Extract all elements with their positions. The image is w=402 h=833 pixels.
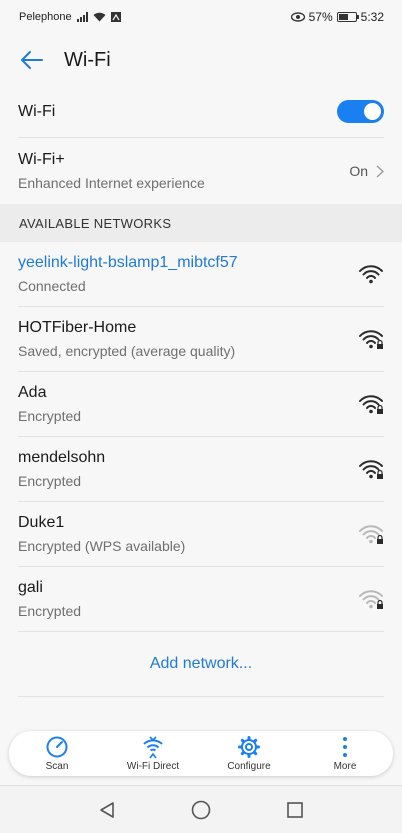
- wifi-plus-title: Wi-Fi+: [18, 151, 65, 168]
- clock: 5:32: [360, 10, 384, 24]
- page-title: Wi-Fi: [64, 48, 111, 71]
- scan-icon: [46, 736, 68, 758]
- nav-recents-button[interactable]: [275, 790, 315, 830]
- signal-icon: [76, 12, 88, 22]
- configure-button[interactable]: Configure: [204, 735, 294, 772]
- network-name: yeelink-light-bslamp1_mibtcf57: [18, 254, 238, 271]
- wifi-plus-subtitle: Enhanced Internet experience: [18, 175, 205, 191]
- scan-button[interactable]: Scan: [12, 735, 102, 772]
- more-button[interactable]: More: [300, 735, 390, 772]
- network-status: Connected: [18, 278, 86, 294]
- wifi-locked-icon: [359, 330, 383, 349]
- circle-home-icon: [191, 800, 211, 819]
- network-row[interactable]: Ada Encrypted: [18, 372, 384, 437]
- wifi-direct-icon: [143, 736, 163, 759]
- network-name: mendelsohn: [18, 449, 106, 466]
- network-name: Ada: [18, 384, 47, 401]
- configure-label: Configure: [227, 761, 271, 772]
- wifi-icon: [359, 265, 383, 284]
- more-label: More: [333, 761, 357, 772]
- network-status: Saved, encrypted (average quality): [18, 343, 236, 359]
- available-networks-header: AVAILABLE NETWORKS: [0, 204, 402, 242]
- data-activity-icon: [110, 12, 121, 22]
- network-status: Encrypted: [18, 603, 82, 619]
- carrier-label: Pelephone: [19, 11, 72, 23]
- wifi-locked-icon: [359, 525, 383, 544]
- network-name: HOTFiber-Home: [18, 319, 137, 336]
- wifi-locked-icon: [359, 395, 383, 414]
- add-network-button[interactable]: Add network...: [18, 632, 384, 697]
- chevron-right-icon: [376, 164, 384, 178]
- wifi-toggle-row[interactable]: Wi-Fi: [18, 86, 384, 138]
- network-name: gali: [18, 579, 43, 596]
- wifi-status-icon: [93, 12, 106, 22]
- wifi-direct-label: Wi-Fi Direct: [126, 761, 180, 772]
- network-name: Duke1: [18, 514, 65, 531]
- network-row[interactable]: yeelink-light-bslamp1_mibtcf57 Connected: [18, 242, 384, 307]
- network-status: Encrypted: [18, 408, 82, 424]
- more-vertical-icon: [343, 737, 347, 757]
- app-bar: Wi-Fi: [0, 34, 402, 86]
- battery-icon: [336, 12, 359, 22]
- eye-comfort-icon: [290, 12, 305, 22]
- wifi-toggle-label: Wi-Fi: [18, 102, 56, 120]
- network-row[interactable]: Duke1 Encrypted (WPS available): [18, 502, 384, 567]
- wifi-locked-icon: [359, 460, 383, 479]
- network-status: Encrypted: [18, 473, 82, 489]
- wifi-plus-row[interactable]: Wi-Fi+ Enhanced Internet experience On: [18, 138, 384, 204]
- status-bar: Pelephone 57% 5:32: [0, 0, 402, 34]
- wifi-direct-button[interactable]: Wi-Fi Direct: [108, 735, 198, 772]
- wifi-locked-icon: [359, 590, 383, 609]
- gear-icon: [238, 736, 260, 758]
- square-recents-icon: [287, 801, 303, 818]
- network-list: yeelink-light-bslamp1_mibtcf57 Connected H…: [0, 242, 402, 632]
- network-row[interactable]: mendelsohn Encrypted: [18, 437, 384, 502]
- wifi-toggle-switch[interactable]: [337, 100, 384, 123]
- wifi-plus-value: On: [349, 163, 368, 179]
- settings-list: Wi-Fi Wi-Fi+ Enhanced Internet experienc…: [0, 86, 402, 697]
- back-button[interactable]: [18, 46, 46, 74]
- bottom-action-bar: Scan Wi-Fi Direct Configure More: [9, 731, 393, 776]
- network-row[interactable]: HOTFiber-Home Saved, encrypted (average q…: [18, 307, 384, 372]
- network-row[interactable]: gali Encrypted: [18, 567, 384, 632]
- arrow-left-icon: [21, 51, 43, 69]
- triangle-back-icon: [100, 801, 114, 818]
- nav-back-button[interactable]: [87, 790, 127, 830]
- battery-percent: 57%: [308, 10, 333, 24]
- nav-home-button[interactable]: [181, 790, 221, 830]
- system-nav-bar: [0, 785, 402, 833]
- network-status: Encrypted (WPS available): [18, 538, 186, 554]
- scan-label: Scan: [45, 761, 69, 772]
